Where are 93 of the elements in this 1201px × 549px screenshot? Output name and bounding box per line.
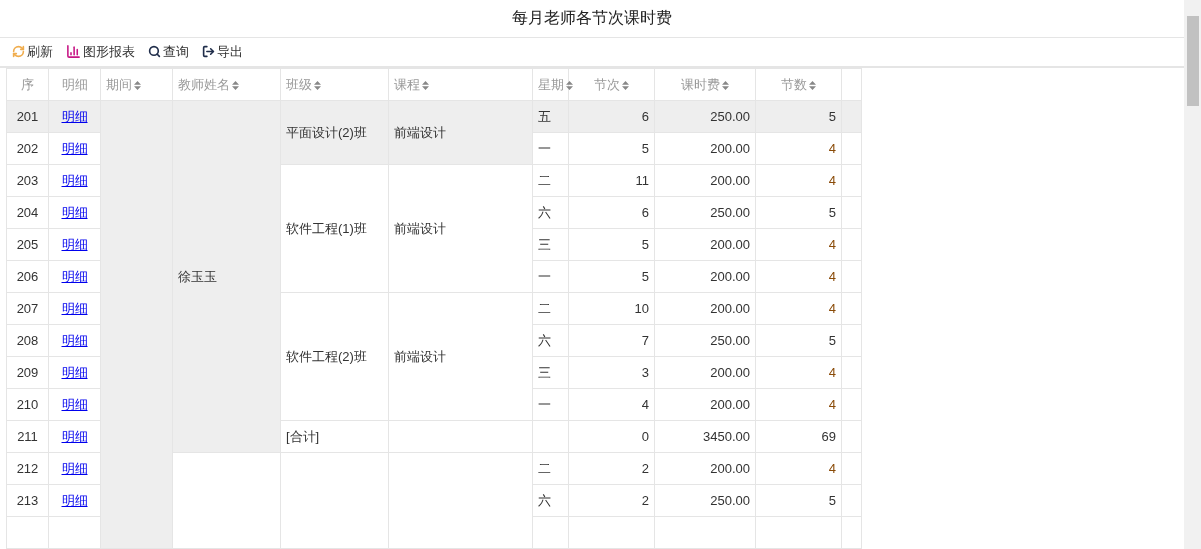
table-cell: 200.00: [710, 172, 750, 188]
table-cell: 三: [538, 236, 551, 252]
table-cell: 5: [828, 108, 836, 124]
table-cell: 208: [6, 324, 49, 357]
sort-icon[interactable]: [566, 80, 573, 90]
table-cell: 200.00: [710, 268, 750, 284]
table-cell: 5: [641, 236, 649, 252]
table-cell: 206: [6, 260, 49, 293]
sort-icon[interactable]: [722, 80, 729, 90]
column-header: 序: [6, 68, 49, 101]
table-cell: 4: [828, 172, 836, 188]
table-cell: 4: [828, 396, 836, 412]
scrollbar[interactable]: [1184, 0, 1201, 549]
table-cell: 0: [641, 428, 649, 444]
table-cell: 5: [641, 140, 649, 156]
table-cell: 4: [641, 396, 649, 412]
table-cell: 210: [6, 388, 49, 421]
table-cell: 200.00: [710, 140, 750, 156]
table-cell: 六: [538, 492, 551, 508]
sort-icon[interactable]: [422, 80, 429, 90]
table-cell: 200.00: [710, 396, 750, 412]
table-cell: 200.00: [710, 460, 750, 476]
table-cell: 201: [6, 100, 49, 133]
table-cell: 3450.00: [703, 428, 750, 444]
table-cell: 250.00: [710, 108, 750, 124]
table-cell: 二: [538, 300, 551, 316]
table-cell: 前端设计: [394, 124, 446, 140]
table-cell: 2: [641, 460, 649, 476]
bar-chart-icon: [66, 44, 81, 60]
table-cell: 前端设计: [394, 220, 446, 236]
table-cell: 二: [538, 172, 551, 188]
table-cell: 11: [635, 172, 649, 188]
table-cell: 前端设计: [394, 348, 446, 364]
table-cell: 250.00: [710, 204, 750, 220]
scrollbar-thumb[interactable]: [1186, 16, 1199, 106]
table-cell: 一: [538, 396, 551, 412]
table-cell: 五: [538, 108, 551, 124]
table-cell: 203: [6, 164, 49, 197]
exit-icon: [202, 45, 215, 59]
table-cell: 213: [6, 484, 49, 517]
table-cell: 徐玉玉: [178, 268, 217, 284]
table-cell: 6: [641, 204, 649, 220]
page-title: 每月老师各节次课时费: [512, 8, 672, 29]
table-cell: 211: [6, 420, 49, 453]
table-cell: 5: [828, 332, 836, 348]
table-cell: 软件工程(1)班: [286, 220, 367, 236]
table-cell: 205: [6, 228, 49, 261]
table-cell: 六: [538, 204, 551, 220]
table-cell: 4: [828, 460, 836, 476]
table-cell: 软件工程(2)班: [286, 348, 367, 364]
table-cell: 7: [641, 332, 649, 348]
table-cell: 三: [538, 364, 551, 380]
table-cell: 200.00: [710, 364, 750, 380]
table-cell: [合计]: [286, 428, 320, 444]
table-cell: 200.00: [710, 236, 750, 252]
table-cell: 3: [641, 364, 649, 380]
table-cell: 2: [641, 492, 649, 508]
table-cell: 一: [538, 268, 551, 284]
table-cell: 5: [828, 204, 836, 220]
table-cell: 4: [828, 140, 836, 156]
table-cell: 二: [538, 460, 551, 476]
table-cell: 10: [634, 300, 649, 316]
table-cell: 4: [828, 364, 836, 380]
refresh-icon: [12, 45, 25, 59]
table-cell: 4: [828, 236, 836, 252]
toolbar-button[interactable]: 图形报表: [66, 42, 135, 62]
table-cell: 6: [641, 108, 649, 124]
table-cell: 207: [6, 292, 49, 325]
table-cell: 202: [6, 132, 49, 165]
table-cell: 69: [821, 428, 836, 444]
table-cell: 200.00: [710, 300, 750, 316]
table-cell: 5: [828, 492, 836, 508]
sort-icon[interactable]: [232, 80, 239, 90]
table-cell: 4: [828, 300, 836, 316]
table-cell: 平面设计(2)班: [286, 124, 367, 140]
sort-icon[interactable]: [622, 80, 629, 90]
search-icon: [148, 45, 161, 59]
table-cell: 212: [6, 452, 49, 485]
toolbar-button[interactable]: 刷新: [12, 42, 53, 62]
table-cell: 5: [641, 268, 649, 284]
toolbar-button[interactable]: 查询: [148, 42, 189, 62]
table-cell: 204: [6, 196, 49, 229]
column-header: 明细: [48, 68, 101, 101]
toolbar-button[interactable]: 导出: [202, 42, 243, 62]
table-cell: 250.00: [710, 492, 750, 508]
table-cell: 4: [828, 268, 836, 284]
sort-icon[interactable]: [314, 80, 321, 90]
table-cell: 一: [538, 140, 551, 156]
table-cell: 209: [6, 356, 49, 389]
sort-icon[interactable]: [134, 80, 141, 90]
table-cell: 250.00: [710, 332, 750, 348]
table-cell: 六: [538, 332, 551, 348]
sort-icon[interactable]: [809, 80, 816, 90]
